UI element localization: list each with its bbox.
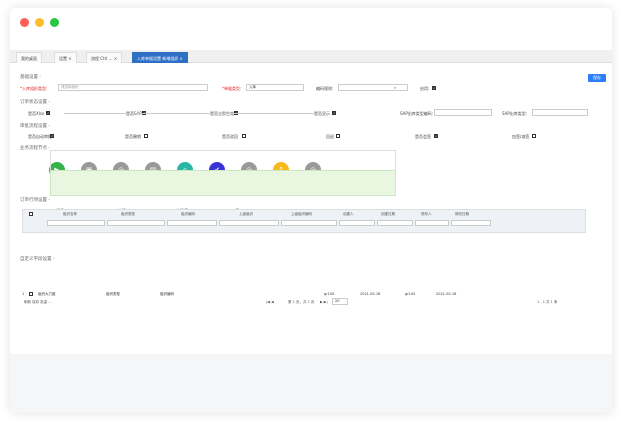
save-button[interactable]: 保存 [588,74,606,82]
approve-item-label: 加签/减签 [512,134,530,139]
row-code: 组织编码 [160,292,174,296]
column-header[interactable]: 修改日期 [455,212,469,217]
custom-table-header: 组织名称 组织类型 组织编码 上级组织 上级组织编码 创建人 创建日期 修改人 … [22,209,586,233]
tab-flow[interactable]: 流程 Ctrl ... × [86,52,123,63]
filter-input[interactable] [107,220,165,226]
row-modified: 2021-05-18 [436,292,457,296]
pager-first-icon[interactable]: |◀ ◀ [266,300,274,304]
approve-item-checkbox[interactable]: ✓ [434,134,438,138]
minimize-window-button[interactable] [35,18,44,27]
column-header[interactable]: 上级组织 [239,212,253,217]
column-header[interactable]: 组织类型 [121,212,135,217]
order-item-label: 是否Xlsx [28,111,45,116]
section-order-title: 订单状态设置 - [20,100,51,105]
sap-type-label: SAP出库类型: [502,111,528,116]
org-type-label: *入库组织类型: [20,86,48,91]
sap-type-select[interactable] [532,109,588,116]
section-approve-title: 审批流程设置 - [20,124,51,129]
approve-item-label: 是否会签 [415,134,431,139]
order-item-label: 是否显示 [314,111,330,117]
sap-type-code-select[interactable] [434,109,492,116]
row-number: 1 [22,292,25,296]
select-all-checkbox[interactable] [29,212,33,216]
enabled-label: 启用: [420,86,430,91]
approve-item-checkbox[interactable]: ✓ [50,134,54,138]
filter-input[interactable] [219,220,279,226]
maximize-window-button[interactable] [50,18,59,27]
approve-item-checkbox[interactable] [336,134,340,138]
encoding-input[interactable] [338,84,408,91]
doc-type-select[interactable]: 入库 [246,84,304,91]
filter-input[interactable] [167,220,217,226]
row-checkbox[interactable] [29,292,33,296]
column-header[interactable]: 创建人 [343,212,354,217]
title-bar [10,8,612,40]
encoding-label: 编码规则: [316,86,334,91]
row-modifier: gr100 [405,292,416,296]
form-content: 保存 基础设置 - *入库组织类型: 请选择组织 *单据类型: 入库 编码规则:… [10,64,612,413]
approve-item-checkbox[interactable] [144,134,148,138]
column-header[interactable]: 创建日期 [381,212,395,217]
pager-actions[interactable]: 刷新 保存 批量 ... [24,300,52,305]
enabled-checkbox[interactable]: ✓ [432,86,436,90]
filter-input[interactable] [339,220,375,226]
pager-count: 1 - 1 共 1 条 [537,300,558,304]
approve-item-label: 回退 [326,134,334,139]
bottom-area [10,354,612,413]
pager-page-text: 第 1 页，共 1 页 [288,300,315,304]
section-detail-title: 订单行项设置 - [20,198,51,203]
approve-item-label: 是否自动审批 [28,134,52,139]
column-header[interactable]: 上级组织编码 [291,212,312,217]
app-window: 我的桌面 设置 × 流程 Ctrl ... × 入库单据设置 新增组织 × 保存… [10,8,612,413]
tab-inbound-settings[interactable]: 入库单据设置 新增组织 × [132,52,188,63]
search-icon[interactable]: ⌕ [394,85,396,90]
filter-input[interactable] [451,220,491,226]
close-window-button[interactable] [20,18,29,27]
doc-type-label: *单据类型: [222,86,242,91]
pager-next-icon[interactable]: ▶ ▶| [320,300,328,304]
order-item-label: 是否立即生效 [210,111,234,117]
page-size-select[interactable]: 20 [332,298,348,305]
row-creator: gr100 [324,292,335,296]
tab-settings[interactable]: 设置 × [54,52,77,63]
column-header[interactable]: 修改人 [421,212,432,217]
approve-item-label: 是否撤销 [125,134,141,139]
sap-type-code-label: SAP出库类型编码: [400,111,434,116]
order-item-label: 是否SAP [126,111,142,117]
filter-input[interactable] [47,220,105,226]
row-type: 组织类型 [106,292,120,296]
column-header[interactable]: 组织名称 [63,212,77,217]
approve-item-checkbox[interactable] [532,134,536,138]
section-basic-title: 基础设置 - [20,75,42,80]
order-item-checkbox[interactable]: ✓ [46,111,50,115]
tab-desktop[interactable]: 我的桌面 [16,52,42,63]
tab-bar: 我的桌面 设置 × 流程 Ctrl ... × 入库单据设置 新增组织 × [10,50,612,63]
filter-input[interactable] [281,220,337,226]
filter-input[interactable] [415,220,449,226]
section-custom-title: 自定义字段设置 - [20,257,55,262]
approve-item-checkbox[interactable] [242,134,246,138]
filter-input[interactable] [377,220,413,226]
section-flow-title: 业务流程节点 - [20,146,51,151]
row-name: 组织大力度 [38,292,56,296]
order-item-checkbox[interactable]: ✓ [332,111,336,115]
row-created: 2021-05-18 [360,292,381,296]
approve-item-label: 是否驳回 [222,134,238,139]
detail-drop-area[interactable] [50,170,396,196]
column-header[interactable]: 组织编码 [181,212,195,217]
org-type-select[interactable]: 请选择组织 [58,84,208,91]
flow-connector [64,113,324,114]
